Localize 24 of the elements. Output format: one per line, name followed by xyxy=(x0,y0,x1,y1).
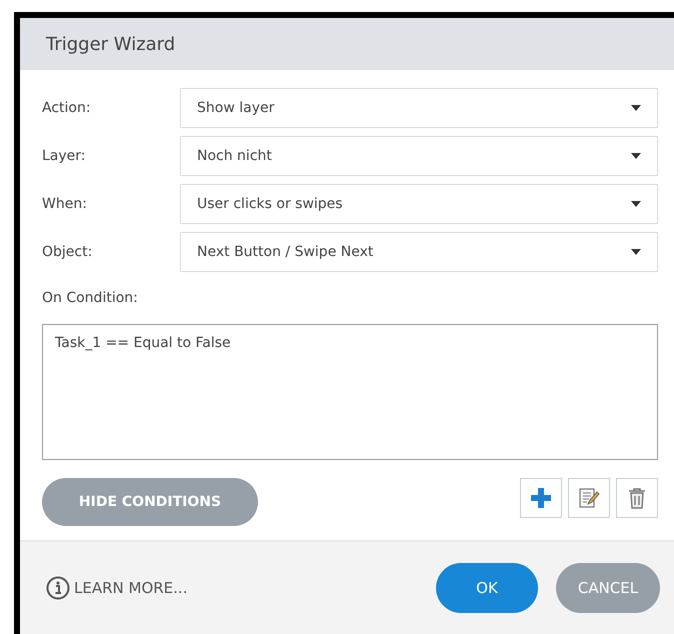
field-label: When: xyxy=(42,196,88,212)
plus-icon xyxy=(531,488,551,508)
window-title: Trigger Wizard xyxy=(46,34,176,54)
learn-more-link[interactable]: LEARN MORE... xyxy=(46,576,188,600)
ok-button[interactable]: OK xyxy=(436,563,538,613)
field-label: Layer: xyxy=(42,148,87,164)
dropdown[interactable]: Noch nicht xyxy=(180,136,658,176)
caret-icon xyxy=(631,249,641,255)
field-label: Action: xyxy=(42,100,92,116)
condition-label: On Condition: xyxy=(42,290,139,306)
condition-item[interactable]: Task_1 == Equal to False xyxy=(55,335,231,351)
caret-icon xyxy=(631,201,641,207)
edit-button[interactable] xyxy=(568,478,610,518)
dropdown[interactable]: Show layer xyxy=(180,88,658,128)
notepad-pencil-icon xyxy=(578,487,600,509)
info-icon xyxy=(46,576,70,600)
dropdown[interactable]: Next Button / Swipe Next xyxy=(180,232,658,272)
dropdown[interactable]: User clicks or swipes xyxy=(180,184,658,224)
field-label: Object: xyxy=(42,244,94,260)
caret-icon xyxy=(631,105,641,111)
add-button[interactable] xyxy=(520,478,562,518)
trash-icon xyxy=(628,487,646,509)
caret-icon xyxy=(631,153,641,159)
delete-button[interactable] xyxy=(616,478,658,518)
